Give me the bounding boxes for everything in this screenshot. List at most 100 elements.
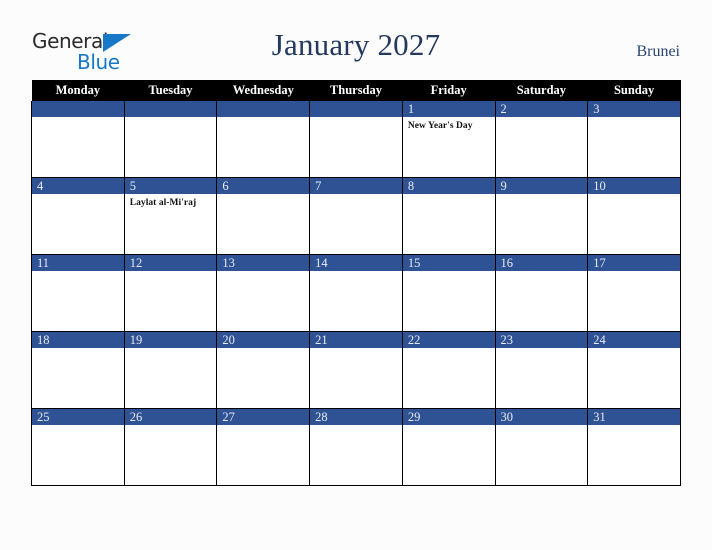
calendar-day-cell[interactable] <box>123 101 218 178</box>
day-header-tuesday: Tuesday <box>124 80 217 101</box>
calendar-day-cell[interactable]: 9 <box>494 177 589 255</box>
calendar-day-cell[interactable]: 23 <box>494 331 589 409</box>
day-events <box>588 271 680 274</box>
calendar-day-cell[interactable]: 15 <box>401 254 496 332</box>
calendar-day-cell[interactable]: 21 <box>309 331 403 409</box>
calendar-day-cell[interactable]: 30 <box>494 408 589 486</box>
day-cell-inner: 27 <box>217 409 310 485</box>
day-number-bar: 27 <box>217 409 310 425</box>
day-number-bar: 8 <box>402 178 495 194</box>
day-number-bar: 21 <box>310 332 402 348</box>
day-number: 23 <box>500 333 514 347</box>
calendar-day-cell[interactable]: 26 <box>123 408 218 486</box>
day-number-bar: 28 <box>310 409 402 425</box>
day-number: 30 <box>500 410 514 424</box>
calendar-day-cell[interactable]: 14 <box>309 254 403 332</box>
calendar-day-cell[interactable]: 22 <box>401 331 496 409</box>
day-cell-inner: 29 <box>402 409 495 485</box>
day-cell-inner <box>310 101 402 177</box>
calendar-day-cell[interactable]: 11 <box>31 254 125 332</box>
day-number-bar: 31 <box>588 409 680 425</box>
day-number: 6 <box>222 179 229 193</box>
calendar-day-cell[interactable] <box>216 101 311 178</box>
day-cell-inner: 15 <box>402 255 495 331</box>
day-number-bar: 29 <box>402 409 495 425</box>
calendar-day-cell[interactable]: 1 New Year's Day <box>401 101 496 178</box>
calendar-week-row: 11 12 13 14 15 16 17 <box>31 254 681 332</box>
day-cell-inner: 20 <box>217 332 310 408</box>
day-cell-inner: 31 <box>588 409 680 485</box>
day-number-bar: 17 <box>588 255 680 271</box>
calendar-day-cell[interactable]: 13 <box>216 254 311 332</box>
calendar-day-cell[interactable]: 27 <box>216 408 311 486</box>
day-number: 4 <box>37 179 44 193</box>
day-cell-inner: 14 <box>310 255 402 331</box>
day-number-bar: 5 <box>124 178 217 194</box>
calendar-day-cell[interactable]: 19 <box>123 331 218 409</box>
day-number-bar: 14 <box>310 255 402 271</box>
day-cell-inner: 25 <box>32 409 124 485</box>
calendar-page: General Blue January 2027 Brunei Monday … <box>0 0 712 550</box>
calendar-day-cell[interactable]: 28 <box>309 408 403 486</box>
calendar-day-cell[interactable]: 17 <box>587 254 681 332</box>
calendar-day-cell[interactable]: 4 <box>31 177 125 255</box>
calendar-day-cell[interactable]: 18 <box>31 331 125 409</box>
day-cell-inner: 26 <box>124 409 217 485</box>
day-events <box>310 348 402 351</box>
calendar-day-cell[interactable] <box>309 101 403 178</box>
day-of-week-header-row: Monday Tuesday Wednesday Thursday Friday… <box>31 80 681 101</box>
day-number-bar: 18 <box>32 332 124 348</box>
page-title: January 2027 <box>271 27 441 62</box>
day-events <box>310 425 402 428</box>
day-number: 31 <box>593 410 606 424</box>
day-number: 28 <box>315 410 328 424</box>
day-events <box>403 425 495 428</box>
day-events <box>588 117 680 120</box>
day-events: New Year's Day <box>403 117 495 132</box>
calendar-day-cell[interactable]: 6 <box>216 177 311 255</box>
day-cell-inner: 23 <box>495 332 588 408</box>
calendar-day-cell[interactable]: 20 <box>216 331 311 409</box>
calendar-day-cell[interactable]: 24 <box>587 331 681 409</box>
day-number: 27 <box>222 410 235 424</box>
day-number: 10 <box>593 179 606 193</box>
calendar-day-cell[interactable]: 12 <box>123 254 218 332</box>
day-cell-inner: 24 <box>588 332 680 408</box>
day-cell-inner <box>32 101 124 177</box>
calendar-day-cell[interactable]: 31 <box>587 408 681 486</box>
day-cell-inner: 12 <box>124 255 217 331</box>
day-cell-inner: 1 New Year's Day <box>402 101 495 177</box>
calendar-week-row: 1 New Year's Day 2 3 <box>31 101 681 178</box>
day-number: 2 <box>500 102 507 116</box>
day-number: 20 <box>222 333 235 347</box>
calendar-day-cell[interactable]: 10 <box>587 177 681 255</box>
day-events <box>310 117 402 120</box>
day-number-bar: 2 <box>495 101 588 117</box>
day-number: 14 <box>315 256 328 270</box>
day-number-bar: 19 <box>124 332 217 348</box>
day-cell-inner: 18 <box>32 332 124 408</box>
calendar-day-cell[interactable] <box>31 101 125 178</box>
holiday-label: Laylat al-Mi'raj <box>129 198 197 208</box>
calendar-day-cell[interactable]: 3 <box>587 101 681 178</box>
day-cell-inner: 13 <box>217 255 310 331</box>
day-number: 13 <box>222 256 235 270</box>
calendar-day-cell[interactable]: 8 <box>401 177 496 255</box>
day-number: 21 <box>315 333 328 347</box>
day-events <box>403 348 495 351</box>
day-cell-inner: 21 <box>310 332 402 408</box>
calendar-day-cell[interactable]: 16 <box>494 254 589 332</box>
calendar-day-cell[interactable]: 7 <box>309 177 403 255</box>
day-events: Laylat al-Mi'raj <box>125 194 217 209</box>
calendar-day-cell[interactable]: 2 <box>494 101 589 178</box>
day-cell-inner: 28 <box>310 409 402 485</box>
day-number: 22 <box>407 333 421 347</box>
day-number-bar: 4 <box>32 178 124 194</box>
calendar-day-cell[interactable]: 5 Laylat al-Mi'raj <box>123 177 218 255</box>
day-events <box>588 194 680 197</box>
calendar-day-cell[interactable]: 25 <box>31 408 125 486</box>
calendar-day-cell[interactable]: 29 <box>401 408 496 486</box>
day-number-bar <box>124 101 217 117</box>
day-number-bar: 10 <box>588 178 680 194</box>
day-cell-inner: 2 <box>495 101 588 177</box>
